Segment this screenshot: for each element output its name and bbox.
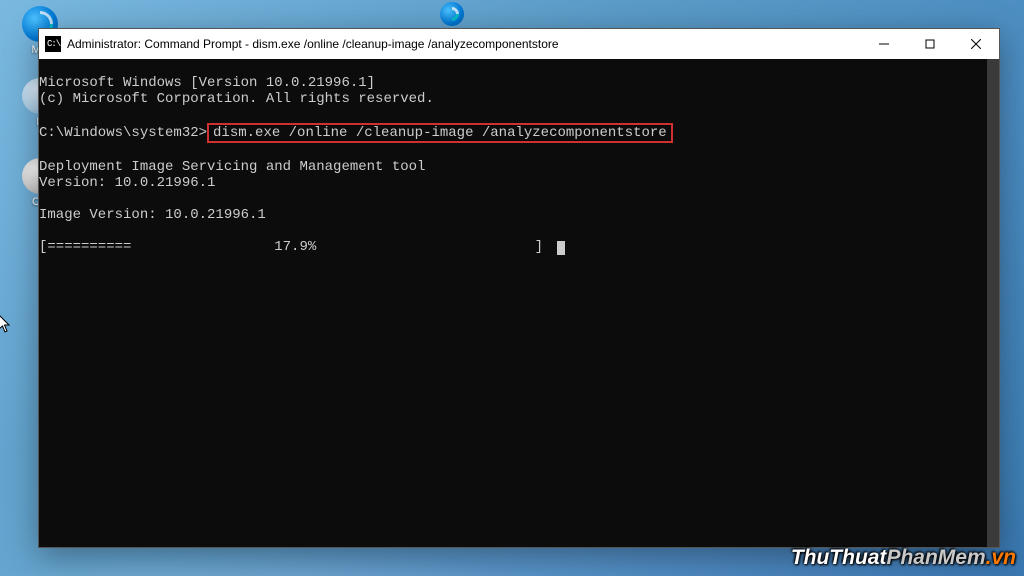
terminal-progress-line: [========== 17.9% ]	[39, 239, 551, 255]
mouse-cursor-icon	[0, 314, 12, 334]
minimize-button[interactable]	[861, 29, 907, 59]
close-icon	[971, 39, 981, 49]
maximize-button[interactable]	[907, 29, 953, 59]
close-button[interactable]	[953, 29, 999, 59]
titlebar[interactable]: C:\ Administrator: Command Prompt - dism…	[39, 29, 999, 59]
terminal-banner-line: (c) Microsoft Corporation. All rights re…	[39, 91, 434, 107]
terminal-scrollbar-track[interactable]	[987, 59, 999, 547]
terminal-scrollbar-thumb[interactable]	[987, 59, 999, 547]
desktop-icon-edge-small[interactable]	[438, 2, 466, 28]
terminal-prompt: C:\Windows\system32>	[39, 125, 207, 141]
terminal-cursor	[557, 241, 565, 255]
window-title: Administrator: Command Prompt - dism.exe…	[67, 37, 559, 51]
watermark-part2: PhanMem	[886, 546, 985, 569]
terminal-area[interactable]: Microsoft Windows [Version 10.0.21996.1]…	[39, 59, 999, 547]
watermark-part1: ThuThuat	[791, 546, 887, 569]
highlighted-command: dism.exe /online /cleanup-image /analyze…	[207, 123, 673, 143]
terminal-output-line: Image Version: 10.0.21996.1	[39, 207, 266, 223]
terminal-output-line: Deployment Image Servicing and Managemen…	[39, 159, 425, 175]
terminal-output-line: Version: 10.0.21996.1	[39, 175, 215, 191]
cmd-icon: C:\	[45, 36, 61, 52]
minimize-icon	[879, 39, 889, 49]
watermark-part3: .vn	[986, 546, 1016, 569]
edge-icon	[440, 2, 464, 26]
command-prompt-window: C:\ Administrator: Command Prompt - dism…	[38, 28, 1000, 548]
maximize-icon	[925, 39, 935, 49]
terminal-banner-line: Microsoft Windows [Version 10.0.21996.1]	[39, 75, 375, 91]
watermark: ThuThuatPhanMem.vn	[791, 546, 1016, 570]
